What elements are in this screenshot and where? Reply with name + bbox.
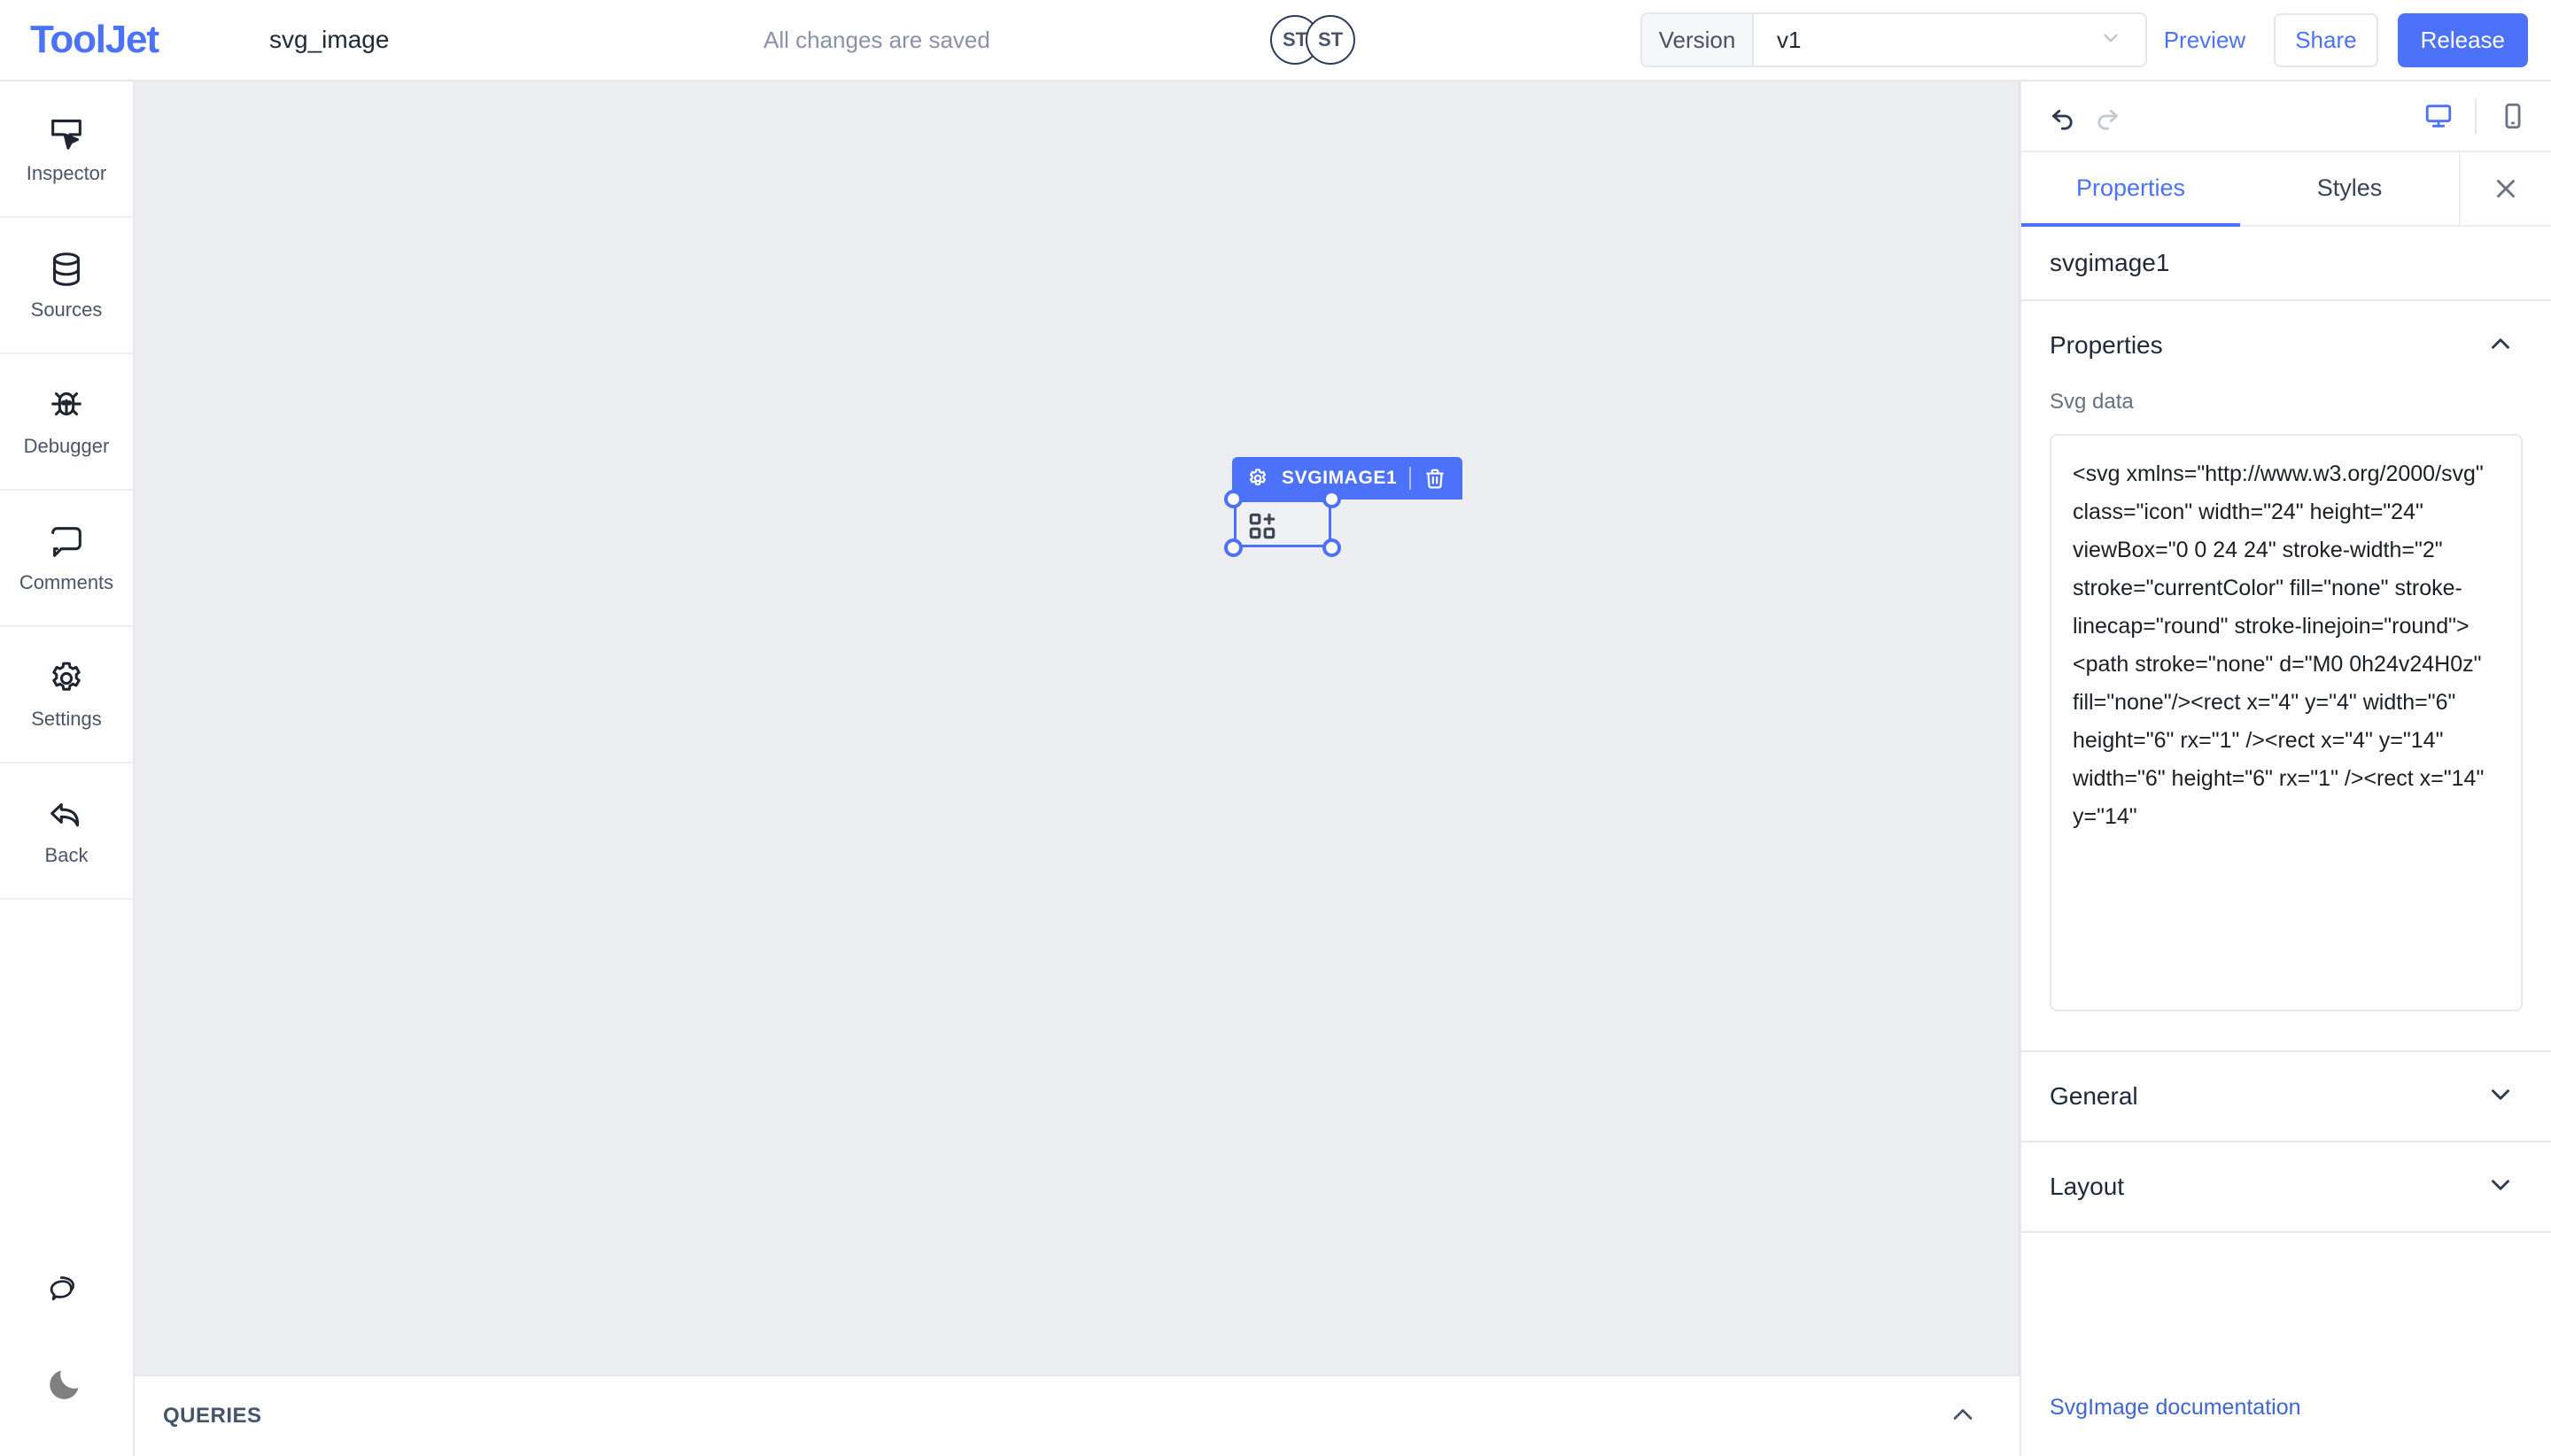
desktop-icon[interactable] [2423, 101, 2454, 131]
collaborator-avatars: ST ST [1270, 15, 1355, 65]
canvas-column: SVGIMAGE1 [135, 81, 2020, 1456]
general-accordion-header[interactable]: General [2021, 1052, 2551, 1141]
gear-icon[interactable] [1246, 467, 1269, 490]
resize-handle-bottom-right[interactable] [1322, 538, 1341, 557]
close-icon[interactable] [2459, 152, 2551, 225]
version-label: Version [1642, 14, 1754, 66]
inspected-widget-name: svgimage1 [2021, 227, 2551, 299]
layout-accordion-title: Layout [2050, 1173, 2124, 1201]
sidebar-item-label: Back [45, 844, 89, 867]
properties-accordion-body: Svg data <svg xmlns="http://www.w3.org/2… [2021, 390, 2551, 1050]
sidebar-item-label: Comments [19, 571, 113, 594]
redo-icon[interactable] [2092, 101, 2122, 131]
svg-data-input[interactable]: <svg xmlns="http://www.w3.org/2000/svg" … [2050, 434, 2523, 1011]
general-accordion-title: General [2050, 1082, 2138, 1111]
chevron-up-icon[interactable] [2485, 329, 2516, 363]
tab-properties[interactable]: Properties [2021, 152, 2240, 227]
release-button[interactable]: Release [2398, 13, 2528, 67]
left-sidebar: Inspector Sources [0, 81, 135, 1456]
layout-accordion: Layout [2021, 1142, 2551, 1233]
preview-button[interactable]: Preview [2155, 19, 2254, 61]
undo-icon[interactable] [2048, 101, 2078, 131]
layout-accordion-header[interactable]: Layout [2021, 1142, 2551, 1231]
chat-bubbles-icon[interactable] [46, 1270, 87, 1311]
svg-data-label: Svg data [2050, 390, 2523, 414]
documentation-link[interactable]: SvgImage documentation [2021, 1395, 2551, 1456]
inspector-icon [46, 112, 87, 153]
version-value: v1 [1754, 27, 2099, 54]
sidebar-item-label: Settings [31, 708, 102, 731]
panel-scroll-area[interactable]: Properties Svg data <svg xmlns="http://w… [2021, 299, 2551, 1456]
widget-body[interactable] [1234, 500, 1331, 547]
database-icon [46, 249, 87, 290]
tooljet-logo[interactable]: ToolJet [0, 18, 266, 62]
chevron-down-icon[interactable] [2485, 1080, 2516, 1114]
version-selector[interactable]: Version v1 [1640, 12, 2147, 67]
header-actions: Preview Share Release [2155, 13, 2528, 67]
avatar[interactable]: ST [1306, 15, 1355, 65]
properties-accordion: Properties Svg data <svg xmlns="http://w… [2021, 299, 2551, 1052]
app-header: ToolJet svg_image All changes are saved … [0, 0, 2551, 81]
toolbar-divider [1409, 467, 1411, 490]
general-accordion: General [2021, 1052, 2551, 1142]
share-button[interactable]: Share [2274, 13, 2377, 67]
resize-handle-top-left[interactable] [1224, 490, 1243, 508]
comment-icon [46, 522, 87, 562]
sidebar-item-inspector[interactable]: Inspector [0, 81, 133, 218]
sidebar-item-label: Inspector [27, 162, 107, 185]
sidebar-item-sources[interactable]: Sources [0, 218, 133, 354]
trash-icon[interactable] [1423, 467, 1446, 490]
app-title[interactable]: svg_image [269, 26, 389, 54]
sidebar-spacer [0, 900, 133, 1270]
bug-icon [46, 385, 87, 426]
panel-footer-spacer [2021, 1233, 2551, 1395]
sidebar-item-comments[interactable]: Comments [0, 491, 133, 627]
tooljet-app-builder: ToolJet svg_image All changes are saved … [0, 0, 2551, 1456]
resize-handle-bottom-left[interactable] [1224, 538, 1243, 557]
panel-toolbar [2021, 81, 2551, 152]
svg-placeholder-icon [1245, 509, 1279, 547]
app-body: Inspector Sources [0, 81, 2551, 1456]
app-canvas[interactable]: SVGIMAGE1 [135, 81, 2020, 1375]
toolbar-divider [2475, 98, 2477, 134]
sidebar-item-settings[interactable]: Settings [0, 627, 133, 763]
gear-icon [46, 658, 87, 699]
sidebar-item-label: Sources [31, 298, 103, 321]
back-arrow-icon [46, 794, 87, 835]
right-inspector-panel: Properties Styles svgimage1 Properties [2020, 81, 2551, 1456]
undo-redo-group [2048, 101, 2122, 131]
device-toggle-group [2423, 98, 2528, 134]
chevron-down-icon[interactable] [2485, 1170, 2516, 1204]
canvas-wrapper: SVGIMAGE1 [135, 81, 2020, 1375]
properties-accordion-header[interactable]: Properties [2021, 301, 2551, 390]
widget-name-badge: SVGIMAGE1 [1282, 468, 1397, 489]
panel-tabs: Properties Styles [2021, 152, 2551, 227]
properties-accordion-title: Properties [2050, 331, 2163, 360]
chevron-down-icon[interactable] [2099, 27, 2145, 53]
queries-title: QUERIES [163, 1404, 262, 1429]
resize-handle-top-right[interactable] [1322, 490, 1341, 508]
moon-icon[interactable] [46, 1362, 87, 1403]
selected-widget-svgimage1[interactable]: SVGIMAGE1 [1234, 500, 1331, 547]
sidebar-item-debugger[interactable]: Debugger [0, 354, 133, 491]
chevron-up-icon[interactable] [1947, 1398, 1979, 1435]
tab-styles[interactable]: Styles [2240, 152, 2459, 227]
sidebar-bottom-actions [0, 1270, 133, 1456]
sidebar-item-label: Debugger [24, 435, 110, 458]
widget-toolbar: SVGIMAGE1 [1232, 457, 1462, 500]
mobile-icon[interactable] [2498, 101, 2528, 131]
save-status-text: All changes are saved [764, 27, 990, 54]
queries-panel-header[interactable]: QUERIES [135, 1375, 2020, 1456]
sidebar-item-back[interactable]: Back [0, 763, 133, 900]
